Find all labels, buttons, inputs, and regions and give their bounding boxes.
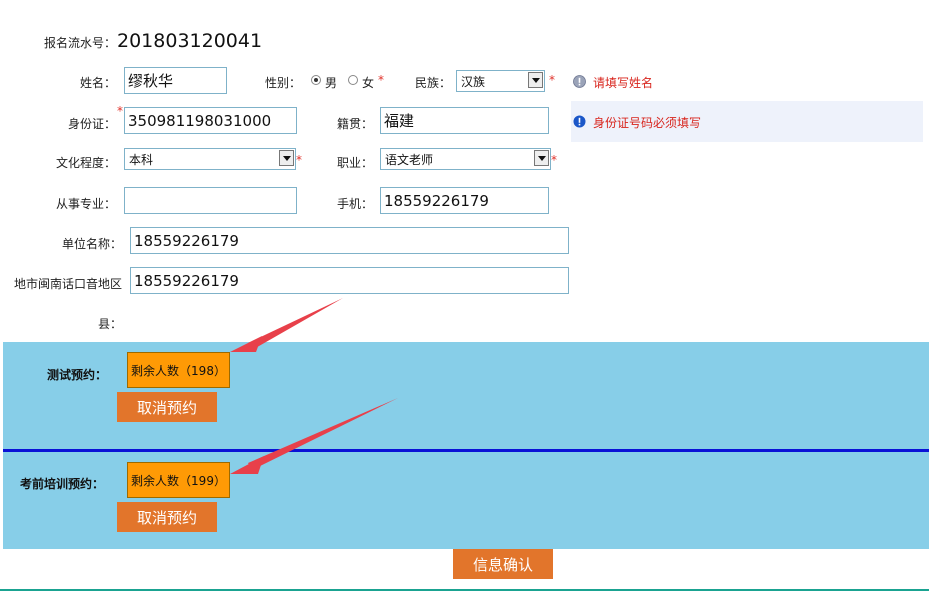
serial-value: 201803120041 bbox=[117, 30, 263, 52]
confirm-button[interactable]: 信息确认 bbox=[453, 549, 553, 579]
name-input[interactable] bbox=[124, 67, 227, 94]
mobile-input[interactable] bbox=[380, 187, 549, 214]
education-select[interactable]: 本科 bbox=[124, 148, 296, 170]
occupation-select[interactable]: 语文老师 bbox=[380, 148, 551, 170]
education-label: 文化程度： bbox=[56, 156, 117, 170]
gender-label: 性别： bbox=[265, 76, 302, 90]
chevron-down-icon[interactable] bbox=[528, 72, 543, 88]
dialect-region-label: 地市闽南话口音地区 bbox=[14, 277, 123, 291]
serial-label: 报名流水号： bbox=[44, 36, 117, 50]
info-icon bbox=[573, 115, 586, 128]
ethnicity-select[interactable]: 汉族 bbox=[456, 70, 545, 92]
training-booking-label: 考前培训预约： bbox=[20, 477, 105, 491]
name-error-hint: 请填写姓名 bbox=[593, 76, 654, 90]
county-label: 县： bbox=[98, 317, 123, 331]
ethnicity-label: 民族： bbox=[415, 76, 452, 90]
chevron-down-icon[interactable] bbox=[279, 150, 294, 166]
gender-required-mark: * bbox=[378, 73, 384, 87]
native-place-input[interactable] bbox=[380, 107, 549, 134]
dialect-region-input[interactable] bbox=[130, 267, 569, 294]
test-cancel-button[interactable]: 取消预约 bbox=[117, 392, 217, 422]
test-booking-label: 测试预约： bbox=[47, 368, 108, 382]
bottom-border bbox=[0, 589, 929, 591]
ethnicity-value: 汉族 bbox=[461, 75, 486, 89]
test-booking-slot-button[interactable]: 剩余人数（198） bbox=[127, 352, 230, 388]
id-card-input[interactable] bbox=[124, 107, 297, 134]
id-error-hint: 身份证号码必须填写 bbox=[593, 116, 702, 130]
training-booking-slot-button[interactable]: 剩余人数（199） bbox=[127, 462, 230, 498]
gender-female-radio[interactable] bbox=[348, 75, 358, 85]
gender-male-radio[interactable] bbox=[311, 75, 321, 85]
occupation-label: 职业： bbox=[337, 156, 374, 170]
education-value: 本科 bbox=[129, 153, 154, 167]
gender-female-label: 女 bbox=[362, 76, 375, 90]
id-card-label: 身份证： bbox=[68, 117, 117, 131]
occupation-required-mark: * bbox=[551, 153, 557, 167]
native-place-label: 籍贯： bbox=[337, 117, 374, 131]
mobile-label: 手机： bbox=[337, 197, 374, 211]
education-required-mark: * bbox=[296, 153, 302, 167]
training-cancel-button[interactable]: 取消预约 bbox=[117, 502, 217, 532]
warning-icon bbox=[573, 75, 586, 88]
chevron-down-icon[interactable] bbox=[534, 150, 549, 166]
gender-male-label: 男 bbox=[325, 76, 338, 90]
major-label: 从事专业： bbox=[56, 197, 117, 211]
id-card-required-mark: * bbox=[117, 104, 123, 118]
ethnicity-required-mark: * bbox=[549, 73, 555, 87]
name-label: 姓名： bbox=[80, 76, 117, 90]
employer-input[interactable] bbox=[130, 227, 569, 254]
major-input[interactable] bbox=[124, 187, 297, 214]
occupation-value: 语文老师 bbox=[385, 153, 434, 167]
employer-label: 单位名称： bbox=[62, 237, 123, 251]
